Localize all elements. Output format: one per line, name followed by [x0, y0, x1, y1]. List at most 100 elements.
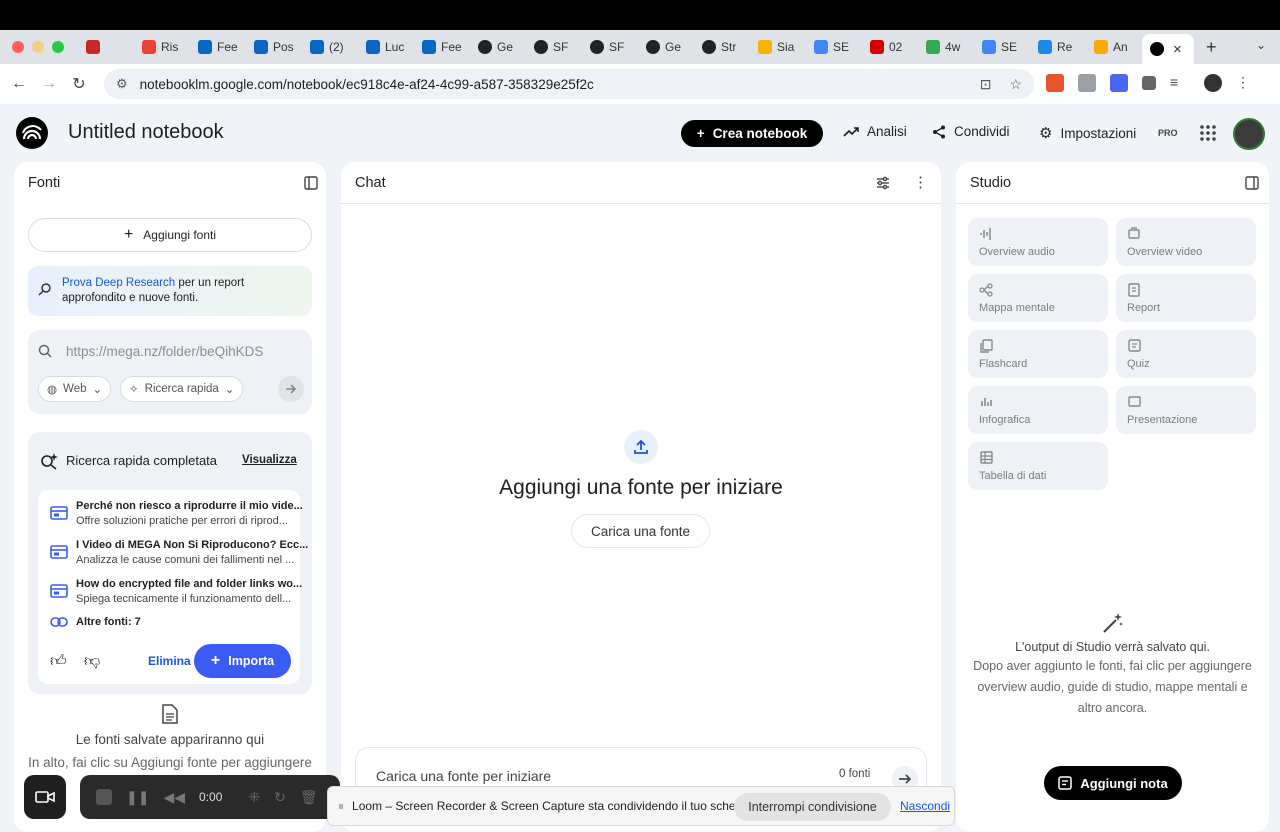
browser-tab[interactable]: 4w — [918, 34, 974, 60]
extension-badge-icon[interactable] — [1110, 74, 1128, 92]
add-sources-button[interactable]: + Aggiungi fonti — [28, 218, 312, 252]
studio-tile[interactable]: Infografica — [968, 386, 1108, 434]
browser-tab[interactable]: SE — [806, 34, 862, 60]
mind-map-icon — [979, 283, 993, 297]
tab-title: Re — [1057, 40, 1073, 54]
sources-title: Fonti — [28, 175, 61, 191]
share-label: Condividi — [954, 124, 1010, 139]
browser-tab[interactable]: Luc — [358, 34, 414, 60]
upload-source-text-button[interactable]: Carica una fonte — [571, 514, 710, 548]
browser-tab[interactable]: SF — [582, 34, 638, 60]
notebooklm-logo-icon[interactable] — [16, 117, 48, 149]
rewind-icon[interactable]: ◀◀ — [163, 789, 185, 806]
web-filter-chip[interactable]: ◍ Web ⌄ — [38, 376, 112, 402]
tune-settings-icon[interactable] — [876, 176, 890, 190]
studio-tile[interactable]: Overview video — [1116, 218, 1256, 266]
import-sources-button[interactable]: + Importa — [194, 644, 291, 678]
thumbs-up-icon[interactable]: 👍︎ — [50, 652, 67, 671]
settings-button[interactable]: ⚙ Impostazioni — [1039, 124, 1136, 142]
user-avatar[interactable] — [1233, 118, 1265, 150]
browser-tab[interactable]: SF — [526, 34, 582, 60]
stop-sharing-button[interactable]: Interrompi condivisione — [734, 793, 891, 821]
document-icon — [162, 704, 178, 724]
bookmark-star-icon[interactable]: ☆ — [1009, 76, 1022, 93]
more-options-icon[interactable]: ⋮ — [913, 173, 928, 191]
browser-tab[interactable]: 02 — [862, 34, 918, 60]
source-search-input[interactable]: https://mega.nz/folder/beQihKDS — [66, 344, 263, 359]
delete-results-button[interactable]: Elimina — [148, 654, 191, 668]
browser-tab[interactable]: Ge — [470, 34, 526, 60]
minimize-window-button[interactable] — [32, 41, 44, 53]
maximize-window-button[interactable] — [52, 41, 64, 53]
more-sources-item[interactable]: Altre fonti: 7 — [50, 616, 141, 628]
close-tab-icon[interactable]: × — [1173, 41, 1182, 58]
camera-extension-icon[interactable] — [1078, 74, 1096, 92]
studio-tile[interactable]: Quiz — [1116, 330, 1256, 378]
collapse-panel-icon[interactable] — [304, 176, 318, 190]
restart-icon[interactable]: ↻ — [274, 789, 286, 806]
browser-tab[interactable]: SE — [974, 34, 1030, 60]
analytics-button[interactable]: Analisi — [843, 124, 907, 139]
loom-camera-button[interactable] — [24, 775, 66, 819]
install-app-icon[interactable]: ⊡ — [980, 76, 992, 93]
tab-search-icon[interactable]: ⌄ — [1256, 38, 1266, 52]
import-label: Importa — [228, 654, 275, 668]
new-tab-button[interactable]: + — [1206, 37, 1217, 58]
source-count: 0 fonti — [839, 768, 871, 780]
drawing-tool-icon[interactable]: ⁜ — [248, 789, 260, 806]
view-results-link[interactable]: Visualizza — [242, 454, 297, 466]
tab-notebooklm-active[interactable]: × — [1142, 34, 1194, 64]
reading-list-icon[interactable]: ≡ — [1170, 74, 1190, 92]
studio-tile[interactable]: Tabella di dati — [968, 442, 1108, 490]
studio-tile[interactable]: Presentazione — [1116, 386, 1256, 434]
pause-icon[interactable]: ❚❚ — [126, 789, 149, 806]
browser-tab[interactable]: Fee — [414, 34, 470, 60]
create-notebook-button[interactable]: + Crea notebook — [681, 120, 823, 147]
share-button[interactable]: Condividi — [932, 124, 1010, 139]
thumbs-down-icon[interactable]: 👎︎ — [84, 652, 100, 671]
submit-search-button[interactable] — [278, 376, 304, 402]
stop-recording-icon[interactable] — [96, 789, 112, 805]
plus-icon: + — [123, 226, 134, 243]
deep-research-link[interactable]: Prova Deep Research — [62, 277, 175, 289]
url-bar[interactable]: ⚙ notebooklm.google.com/notebook/ec918c4… — [104, 69, 1034, 99]
source-search-box: https://mega.nz/folder/beQihKDS ◍ Web ⌄ … — [28, 330, 312, 414]
notebook-title[interactable]: Untitled notebook — [68, 121, 224, 144]
studio-tile[interactable]: Flashcard — [968, 330, 1108, 378]
add-note-button[interactable]: Aggiungi nota — [1044, 766, 1182, 800]
forward-icon[interactable]: → — [34, 75, 64, 93]
close-window-button[interactable] — [12, 41, 24, 53]
browser-tab[interactable] — [78, 34, 134, 60]
extension-icon[interactable] — [1046, 74, 1064, 92]
search-icon — [38, 283, 51, 296]
studio-tile[interactable]: Mappa mentale — [968, 274, 1108, 322]
browser-tab[interactable]: Ge — [638, 34, 694, 60]
tab-favicon-icon — [1038, 40, 1052, 54]
collapse-panel-icon[interactable] — [1245, 176, 1259, 190]
trash-icon[interactable]: 🗑︎ — [300, 789, 318, 806]
puzzle-extensions-icon[interactable] — [1142, 76, 1156, 90]
apps-grid-icon[interactable] — [1200, 125, 1216, 141]
reload-icon[interactable]: ↻ — [64, 74, 94, 94]
drag-handle-icon[interactable]: ⏸ — [338, 799, 344, 814]
upload-source-button[interactable] — [624, 430, 658, 464]
quick-research-card: Ricerca rapida completata Visualizza Per… — [28, 432, 312, 694]
browser-tab[interactable]: Fee — [190, 34, 246, 60]
browser-tab[interactable]: Ris — [134, 34, 190, 60]
deep-research-banner[interactable]: Prova Deep Research per un report approf… — [28, 266, 312, 316]
browser-tab[interactable]: Pos — [246, 34, 302, 60]
profile-avatar-icon[interactable] — [1204, 74, 1222, 92]
browser-tab[interactable]: Sia — [750, 34, 806, 60]
studio-tile[interactable]: Overview audio — [968, 218, 1108, 266]
browser-tab[interactable]: Re — [1030, 34, 1086, 60]
site-info-icon[interactable]: ⚙ — [116, 76, 128, 92]
hide-notification-link[interactable]: Nascondi — [900, 799, 950, 813]
quick-search-chip[interactable]: ✧ Ricerca rapida ⌄ — [120, 376, 244, 402]
back-icon[interactable]: ← — [4, 75, 34, 93]
tab-favicon-icon — [758, 40, 772, 54]
browser-tab[interactable]: (2) — [302, 34, 358, 60]
browser-tab[interactable]: An — [1086, 34, 1142, 60]
browser-menu-icon[interactable]: ⋮ — [1236, 74, 1250, 92]
browser-tab[interactable]: Str — [694, 34, 750, 60]
studio-tile[interactable]: Report — [1116, 274, 1256, 322]
